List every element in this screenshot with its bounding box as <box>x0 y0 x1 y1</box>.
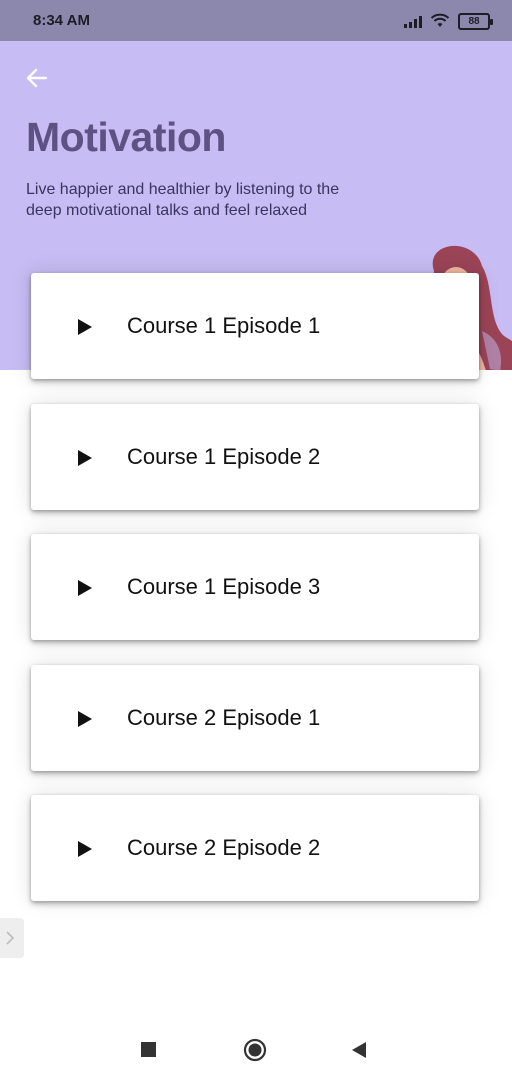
chevron-right-icon <box>6 931 15 945</box>
system-nav-bar <box>0 1022 512 1079</box>
episode-card[interactable]: Course 1 Episode 2 <box>31 404 479 510</box>
page-title: Motivation <box>26 114 226 160</box>
signal-icon <box>404 14 422 28</box>
episode-card[interactable]: Course 2 Episode 2 <box>31 795 479 901</box>
episode-title: Course 1 Episode 2 <box>127 444 321 469</box>
play-icon <box>78 841 92 857</box>
episode-card[interactable]: Course 1 Episode 1 <box>31 273 479 379</box>
wifi-icon <box>430 13 450 27</box>
episode-title: Course 2 Episode 2 <box>127 835 321 860</box>
episode-card[interactable]: Course 1 Episode 3 <box>31 534 479 640</box>
status-bar: 8:34 AM 88 <box>0 0 512 41</box>
back-triangle-icon[interactable] <box>350 1041 368 1059</box>
home-circle-icon[interactable] <box>243 1038 267 1062</box>
battery-icon: 88 <box>458 12 493 30</box>
episode-title: Course 1 Episode 3 <box>127 574 321 599</box>
page-subtitle: Live happier and healthier by listening … <box>26 181 340 219</box>
battery-level: 88 <box>468 15 480 27</box>
status-icons: 88 <box>404 12 493 30</box>
episode-card[interactable]: Course 2 Episode 1 <box>31 665 479 771</box>
back-arrow-icon[interactable] <box>24 66 50 90</box>
episode-title: Course 1 Episode 1 <box>127 313 321 338</box>
recents-square-icon[interactable] <box>141 1042 157 1058</box>
status-time: 8:34 AM <box>33 12 90 29</box>
play-icon <box>78 711 92 727</box>
play-icon <box>78 450 92 466</box>
play-icon <box>78 319 92 335</box>
side-drawer-handle[interactable] <box>0 918 24 958</box>
episode-title: Course 2 Episode 1 <box>127 705 321 730</box>
play-icon <box>78 580 92 596</box>
